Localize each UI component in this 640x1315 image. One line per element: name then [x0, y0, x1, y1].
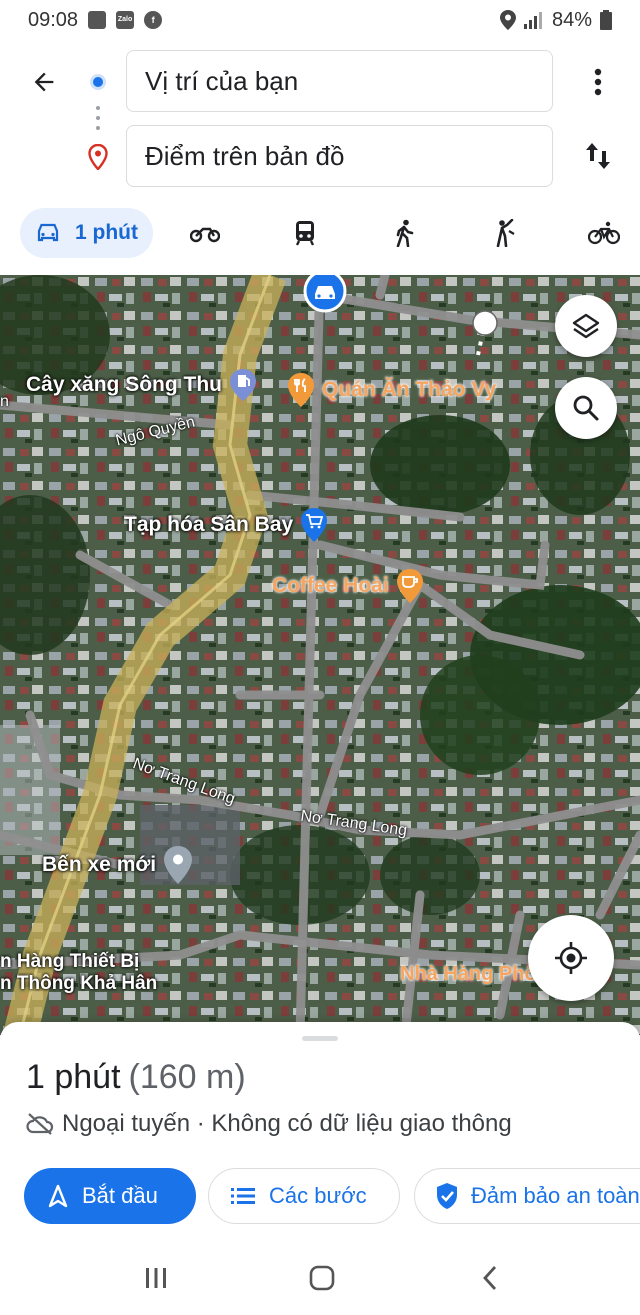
zalo-icon: Zalo — [116, 11, 135, 29]
search-icon — [573, 395, 599, 421]
traffic-status: Ngoại tuyến · Không có dữ liệu giao thôn… — [26, 1110, 512, 1138]
poi-restaurant-thao-vy[interactable]: Quán Ăn Thảo Vy — [286, 372, 496, 408]
my-location-button[interactable] — [528, 915, 614, 1001]
arrow-back-icon — [34, 72, 54, 92]
poi-grocery[interactable]: Tạp hóa Sân Bay — [124, 507, 329, 543]
route-eta: 1 phút (160 m) — [26, 1058, 246, 1097]
route-actions: Bắt đầu Các bước Đảm bảo an toàn — [0, 1168, 640, 1226]
home-button[interactable] — [302, 1260, 342, 1296]
current-location-marker[interactable] — [300, 275, 350, 315]
satellite-map[interactable]: Cây xăng Sông Thu Quán Ăn Thảo Vy Tạp hó… — [0, 275, 640, 1035]
bike-icon — [588, 221, 620, 245]
origin-field[interactable]: Vị trí của bạn — [126, 50, 553, 112]
search-map-button[interactable] — [555, 377, 617, 439]
swap-vert-icon — [586, 143, 610, 169]
safety-button[interactable]: Đảm bảo an toàn — [414, 1168, 640, 1224]
destination-field[interactable]: Điểm trên bản đồ — [126, 125, 553, 187]
cloud-off-icon — [26, 1113, 54, 1135]
signal-icon — [523, 12, 542, 29]
back-button[interactable] — [24, 62, 64, 102]
poi-electronics-line1: n Hàng Thiết Bị — [0, 951, 140, 972]
poi-bus-station[interactable]: Bến xe mới — [42, 845, 194, 885]
mode-bike-tab[interactable] — [582, 208, 626, 258]
traffic-status-text: Ngoại tuyến · Không có dữ liệu giao thôn… — [62, 1110, 512, 1137]
layers-button[interactable] — [555, 295, 617, 357]
location-icon — [499, 10, 516, 30]
status-time: 09:08 — [28, 8, 79, 31]
destination-point-marker[interactable] — [470, 308, 500, 338]
facebook-icon: f — [144, 11, 163, 29]
ride-icon — [496, 219, 515, 247]
steps-button[interactable]: Các bước — [208, 1168, 400, 1224]
directions-panel: Vị trí của bạn Điểm trên bản đồ 1 phút — [0, 40, 640, 275]
my-location-icon — [555, 942, 587, 974]
home-icon — [309, 1265, 335, 1291]
chevron-left-icon — [483, 1266, 497, 1290]
navigation-icon — [48, 1184, 68, 1208]
motorbike-icon — [190, 227, 220, 243]
layers-icon — [572, 313, 600, 339]
start-button[interactable]: Bắt đầu — [24, 1168, 196, 1224]
sheet-drag-handle[interactable] — [302, 1036, 338, 1041]
recent-apps-button[interactable] — [136, 1260, 176, 1296]
poi-gas-station[interactable]: Cây xăng Sông Thu — [26, 368, 258, 402]
route-distance: (160 m) — [128, 1058, 246, 1096]
mode-motorbike-tab[interactable] — [185, 208, 225, 258]
origin-dot-icon — [90, 74, 106, 90]
gas-station-pin-icon — [230, 369, 257, 401]
system-navigation-bar — [0, 1240, 640, 1315]
poi-grocery-label: Tạp hóa Sân Bay — [124, 513, 294, 536]
poi-electronics-store[interactable]: n Hàng Thiết Bị n Thông Khả Hân — [0, 951, 157, 995]
poi-coffee[interactable]: Coffee Hoài — [272, 568, 425, 604]
more-vert-icon — [594, 68, 602, 96]
status-bar: 09:08 Zalo f 84% — [0, 0, 640, 40]
mode-walk-tab[interactable] — [385, 208, 425, 258]
poi-restaurant-thao-vy-label: Quán Ăn Thảo Vy — [322, 378, 497, 401]
steps-button-label: Các bước — [269, 1183, 367, 1208]
poi-electronics-line2: n Thông Khả Hân — [0, 973, 158, 994]
poi-coffee-label: Coffee Hoài — [272, 574, 389, 597]
travel-mode-bar: 1 phút — [0, 205, 640, 265]
road-label-edge: n — [0, 393, 9, 410]
battery-icon — [600, 10, 612, 30]
list-icon — [231, 1188, 255, 1204]
mode-transit-tab[interactable] — [285, 208, 325, 258]
route-connector — [96, 106, 100, 130]
bus-station-pin-icon — [164, 846, 193, 884]
walk-icon — [396, 219, 414, 247]
mode-drive-tab[interactable]: 1 phút — [20, 208, 153, 258]
route-duration: 1 phút — [26, 1058, 121, 1096]
transit-icon — [295, 221, 315, 246]
shield-check-icon — [437, 1183, 457, 1209]
image-icon — [88, 11, 107, 29]
poi-bus-station-label: Bến xe mới — [42, 853, 157, 876]
shopping-cart-pin-icon — [301, 508, 328, 542]
more-options-button[interactable] — [578, 62, 618, 102]
poi-gas-station-label: Cây xăng Sông Thu — [26, 373, 223, 396]
mode-ride-tab[interactable] — [485, 208, 525, 258]
destination-pin-icon — [88, 143, 108, 175]
safety-button-label: Đảm bảo an toàn — [471, 1183, 640, 1208]
car-icon — [37, 223, 59, 242]
mode-drive-label: 1 phút — [75, 221, 138, 244]
coffee-pin-icon — [396, 569, 423, 603]
recent-apps-icon — [146, 1268, 166, 1288]
system-back-button[interactable] — [470, 1260, 510, 1296]
battery-percent: 84% — [551, 8, 592, 31]
restaurant-pin-icon — [288, 373, 314, 407]
start-button-label: Bắt đầu — [82, 1183, 158, 1208]
swap-button[interactable] — [578, 136, 618, 176]
